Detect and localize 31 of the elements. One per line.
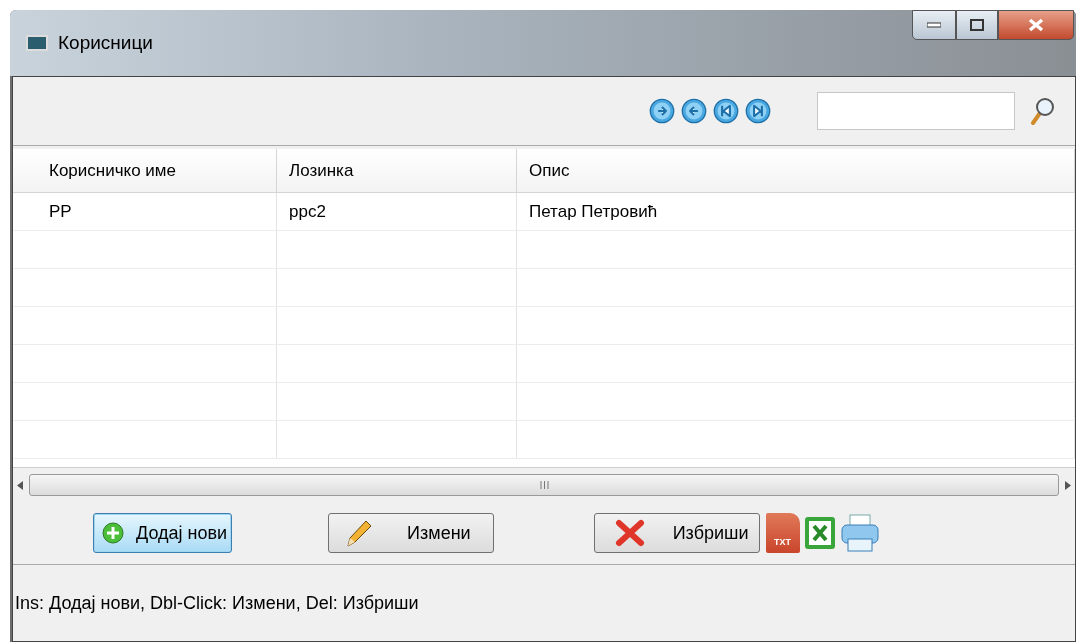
minimize-icon <box>927 22 941 28</box>
x-mark-icon <box>614 519 645 547</box>
edit-button[interactable]: Измени <box>328 513 494 553</box>
add-button[interactable]: Додај нови <box>93 513 233 553</box>
plus-icon <box>102 522 124 544</box>
maximize-icon <box>970 19 984 31</box>
printer-icon[interactable] <box>839 513 880 553</box>
column-header[interactable]: Корисничко име <box>37 149 277 192</box>
scrollbar-thumb[interactable] <box>29 474 1059 496</box>
txt-file-icon[interactable]: TXT <box>765 513 800 553</box>
close-button[interactable] <box>998 10 1074 40</box>
column-header[interactable]: Лозинка <box>277 149 517 192</box>
skip-forward-icon[interactable] <box>745 98 771 124</box>
delete-button[interactable]: Избриши <box>593 513 760 553</box>
column-header[interactable]: Опис <box>517 149 1075 192</box>
maximize-button[interactable] <box>956 10 998 40</box>
search-field[interactable] <box>817 92 1015 130</box>
close-icon <box>1028 18 1044 32</box>
table-cell: ppc2 <box>277 193 517 230</box>
scroll-right-icon[interactable] <box>1065 480 1071 490</box>
spreadsheet-icon[interactable] <box>803 516 836 550</box>
app-icon <box>26 35 48 51</box>
table-cell: PP <box>37 193 277 230</box>
search-icon[interactable] <box>1029 97 1055 125</box>
scroll-left-icon[interactable] <box>17 480 23 490</box>
grip-icon <box>539 481 549 489</box>
status-text: Ins: Додај нови, Dbl-Click: Измени, Del: Избриши <box>15 592 419 614</box>
minimize-button[interactable] <box>912 10 956 40</box>
window-title: Корисници <box>58 32 153 54</box>
table-cell: Петар Петровић <box>517 193 1075 230</box>
skip-back-icon[interactable] <box>713 98 739 124</box>
